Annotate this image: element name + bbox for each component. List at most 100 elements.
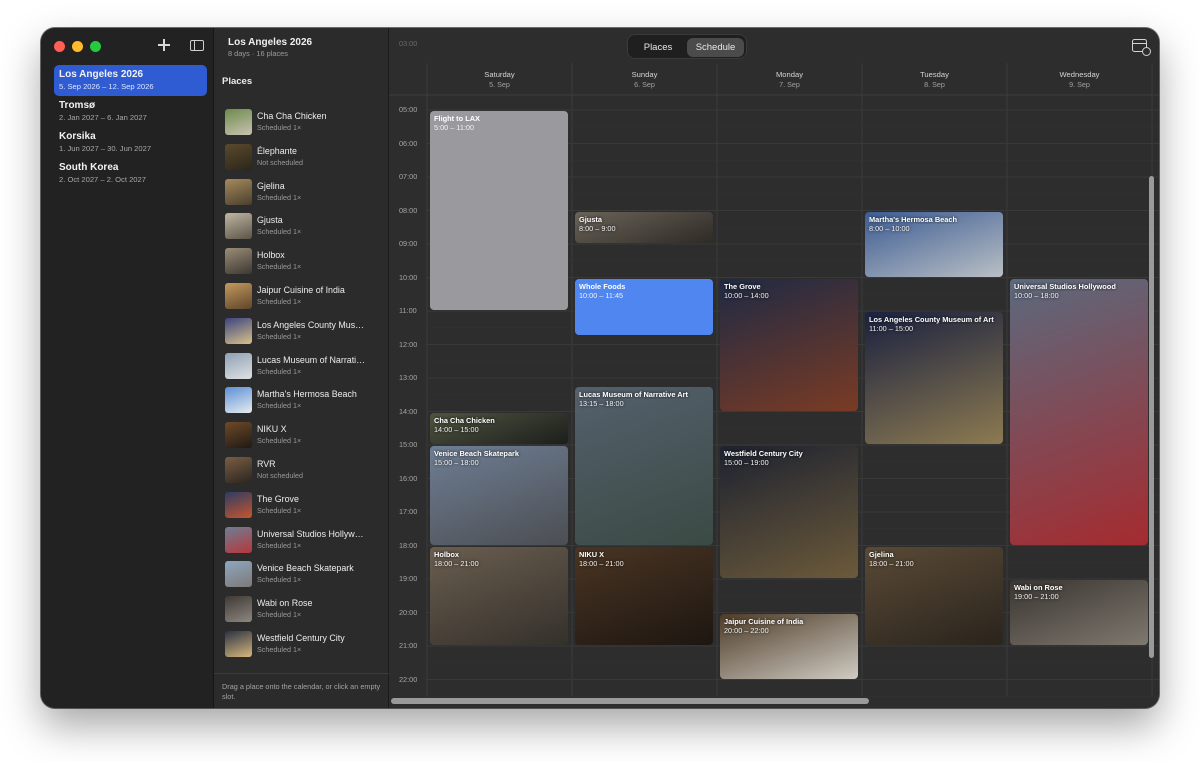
place-item[interactable]: Venice Beach Skatepark Scheduled 1× [225, 560, 385, 590]
calendar-event[interactable]: Universal Studios Hollywood 10:00 – 18:00 [1010, 278, 1148, 545]
place-name: Élephante [257, 145, 297, 156]
hour-label: 07:00 [399, 172, 418, 181]
event-time: 11:00 – 15:00 [869, 324, 914, 333]
place-item[interactable]: RVR Not scheduled [225, 456, 385, 486]
trip-dates: 1. Jun 2027 – 30. Jun 2027 [59, 144, 152, 153]
place-item[interactable]: Wabi on Rose Scheduled 1× [225, 595, 385, 625]
calendar-event[interactable]: Whole Foods 10:00 – 11:45 [575, 278, 713, 336]
calendar-event[interactable]: Jaipur Cuisine of India 20:00 – 22:00 [720, 613, 858, 679]
event-title: Gjusta [579, 214, 602, 224]
trips-sidebar: Los Angeles 2026 5. Sep 2026 – 12. Sep 20… [41, 28, 214, 708]
places-view-button[interactable]: Places [632, 38, 684, 57]
place-item[interactable]: Holbox Scheduled 1× [225, 247, 385, 277]
hour-label: 09:00 [399, 239, 418, 248]
place-item[interactable]: Universal Studios Hollyw… Scheduled 1× [225, 526, 385, 556]
place-item[interactable]: Gjelina Scheduled 1× [225, 178, 385, 208]
place-status: Scheduled 1× [257, 540, 302, 550]
schedule-view-button[interactable]: Schedule [687, 38, 744, 57]
place-status: Scheduled 1× [257, 297, 302, 306]
event-title: Universal Studios Hollywood [1014, 281, 1116, 291]
event-time: 18:00 – 21:00 [579, 558, 624, 568]
place-item[interactable]: Jaipur Cuisine of India Scheduled 1× [225, 282, 385, 312]
place-item[interactable]: Cha Cha Chicken Scheduled 1× [225, 108, 385, 138]
place-item[interactable]: Los Angeles County Mus… Scheduled 1× [225, 317, 385, 347]
hour-label: 16:00 [399, 473, 418, 483]
place-name: Holbox [257, 250, 285, 261]
event-title: Gjelina [869, 549, 894, 559]
zoom-window-button[interactable] [90, 41, 101, 52]
day-header: Saturday 5. Sep [427, 70, 572, 90]
place-item[interactable]: Lucas Museum of Narrati… Scheduled 1× [225, 352, 385, 382]
calendar-event[interactable]: Westfield Century City 15:00 – 19:00 [720, 446, 858, 578]
day-name: Monday [775, 70, 804, 79]
event-time: 8:00 – 10:00 [869, 223, 910, 233]
calendar-event[interactable]: Martha's Hermosa Beach 8:00 – 10:00 [865, 211, 1003, 277]
event-title: Martha's Hermosa Beach [869, 214, 958, 224]
calendar-event[interactable]: Flight to LAX 5:00 – 11:00 [430, 111, 568, 310]
place-item[interactable]: Martha's Hermosa Beach Scheduled 1× [225, 386, 385, 416]
sidebar-toggle-icon[interactable] [190, 40, 204, 51]
place-status: Scheduled 1× [257, 227, 302, 237]
calendar-event[interactable]: Cha Cha Chicken 14:00 – 15:00 [430, 412, 568, 444]
calendar-event[interactable]: Venice Beach Skatepark 15:00 – 18:00 [430, 446, 568, 545]
place-thumbnail [225, 317, 252, 344]
place-item[interactable]: The Grove Scheduled 1× [225, 491, 385, 521]
event-time: 8:00 – 9:00 [579, 223, 616, 233]
trip-name: Korsika [59, 131, 96, 142]
places-panel: Los Angeles 2026 8 days · 16 places Plac… [214, 28, 389, 708]
minimize-window-button[interactable] [72, 41, 83, 52]
hour-label: 03:00 [399, 39, 418, 48]
calendar-settings-icon[interactable] [1132, 39, 1151, 56]
trip-item[interactable]: Tromsø 2. Jan 2027 – 6. Jan 2027 [54, 96, 207, 127]
event-title: Holbox [434, 549, 460, 559]
event-title: Westfield Century City [724, 449, 803, 458]
place-status: Scheduled 1× [257, 401, 302, 411]
place-item[interactable]: Gjusta Scheduled 1× [225, 212, 385, 242]
day-name: Saturday [484, 70, 515, 79]
event-time: 18:00 – 21:00 [869, 558, 914, 568]
place-status: Scheduled 1× [257, 575, 302, 585]
schedule-calendar: Places Schedule Saturday 5. Sep Sunday 6. S… [389, 28, 1159, 708]
calendar-event[interactable]: The Grove 10:00 – 14:00 [720, 278, 858, 411]
place-status: Scheduled 1× [257, 436, 302, 446]
place-item[interactable]: Élephante Not scheduled [225, 143, 385, 173]
trip-dates: 5. Sep 2026 – 12. Sep 2026 [59, 82, 154, 91]
close-window-button[interactable] [54, 41, 65, 52]
add-trip-icon[interactable] [157, 38, 171, 52]
calendar-event[interactable]: Holbox 18:00 – 21:00 [430, 546, 568, 645]
event-title: Venice Beach Skatepark [434, 449, 520, 458]
day-date: 9. Sep [1069, 80, 1090, 89]
place-name: Los Angeles County Mus… [257, 319, 365, 330]
event-title: Flight to LAX [434, 114, 480, 123]
place-name: Gjusta [257, 215, 283, 226]
event-title: Jaipur Cuisine of India [724, 616, 804, 626]
trip-item[interactable]: Los Angeles 2026 5. Sep 2026 – 12. Sep 20… [54, 65, 207, 96]
place-thumbnail [225, 109, 252, 135]
trip-item[interactable]: South Korea 2. Oct 2027 – 2. Oct 2027 [54, 158, 207, 189]
hour-label: 21:00 [399, 641, 418, 650]
trip-item[interactable]: Korsika 1. Jun 2027 – 30. Jun 2027 [54, 127, 207, 158]
hour-label: 13:00 [399, 373, 418, 382]
vertical-scrollbar[interactable] [1149, 176, 1154, 658]
place-status: Scheduled 1× [257, 505, 302, 515]
calendar-event[interactable]: Lucas Museum of Narrative Art 13:15 – 18:… [575, 387, 713, 545]
event-time: 15:00 – 18:00 [434, 458, 479, 467]
place-item[interactable]: Westfield Century City Scheduled 1× [225, 630, 385, 660]
calendar-event[interactable]: NIKU X 18:00 – 21:00 [575, 546, 713, 645]
event-time: 10:00 – 18:00 [1014, 290, 1059, 300]
place-status: Scheduled 1× [257, 366, 302, 376]
calendar-event[interactable]: Los Angeles County Museum of Art 11:00 – … [865, 312, 1003, 444]
calendar-event[interactable]: Gjusta 8:00 – 9:00 [575, 211, 713, 243]
place-status: Scheduled 1× [257, 610, 302, 620]
horizontal-scrollbar[interactable] [391, 698, 869, 704]
place-name: Venice Beach Skatepark [257, 563, 354, 574]
calendar-event[interactable]: Wabi on Rose 19:00 – 21:00 [1010, 580, 1148, 645]
day-header: Tuesday 8. Sep [862, 70, 1007, 90]
calendar-event[interactable]: Gjelina 18:00 – 21:00 [865, 546, 1003, 645]
place-name: The Grove [257, 493, 299, 504]
place-status: Scheduled 1× [257, 123, 302, 132]
place-name: NIKU X [257, 424, 287, 435]
trip-name: Los Angeles 2026 [59, 69, 144, 80]
place-thumbnail [225, 491, 252, 518]
place-item[interactable]: NIKU X Scheduled 1× [225, 421, 385, 451]
